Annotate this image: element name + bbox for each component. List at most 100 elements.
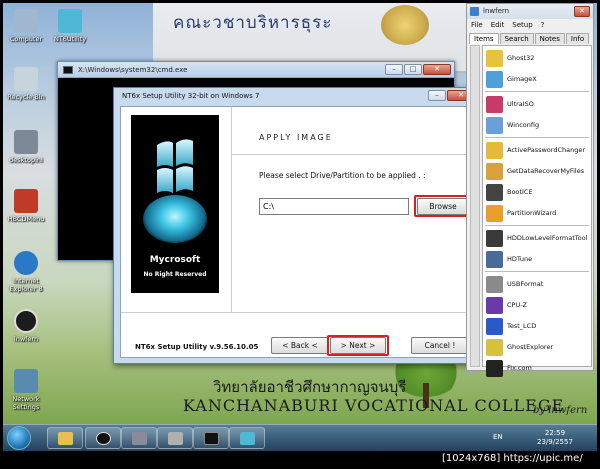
back-button[interactable]: < Back < bbox=[271, 337, 329, 354]
menu-setup[interactable]: Setup bbox=[512, 21, 532, 29]
launcher-tabs: Items Search Notes Info bbox=[467, 31, 593, 44]
taskbar-lnwfern[interactable] bbox=[85, 427, 121, 449]
desktop-icon-lnwfern[interactable]: lnwfern bbox=[3, 309, 49, 343]
app-icon bbox=[486, 229, 503, 247]
screenshot-frame: คณะวชาบริหารธุระ วิทยาลัยอาชีวศึกษากาญจน… bbox=[0, 0, 600, 469]
tab-notes[interactable]: Notes bbox=[534, 33, 565, 44]
app-icon bbox=[486, 49, 503, 67]
mycrosoft-logo-panel: Mycrosoft No Right Reserved bbox=[131, 115, 219, 293]
app-icon bbox=[486, 70, 503, 88]
recycle-bin-icon bbox=[14, 67, 38, 91]
divider bbox=[231, 107, 232, 312]
tab-info[interactable]: Info bbox=[565, 33, 590, 44]
divider bbox=[485, 91, 589, 92]
wallpaper-byline: by lnwfern bbox=[533, 405, 588, 416]
start-button[interactable] bbox=[7, 426, 31, 450]
taskbar-nt6utility[interactable] bbox=[229, 427, 265, 449]
minimize-button[interactable]: – bbox=[385, 64, 403, 75]
setup-body: Mycrosoft No Right Reserved APPLY IMAGE … bbox=[120, 106, 472, 358]
launcher-item[interactable]: GetDataRecoverMyFiles bbox=[486, 161, 584, 181]
launcher-item[interactable]: HDDLowLevelFormatTool bbox=[486, 228, 587, 248]
app-icon bbox=[486, 338, 503, 356]
launcher-item[interactable]: HDTune bbox=[486, 249, 532, 269]
setup-title: NT6x Setup Utility 32-bit on Windows 7 bbox=[122, 92, 260, 100]
desktop-icon-hbcdmenu[interactable]: HBCDMenu bbox=[3, 189, 49, 223]
college-emblem bbox=[381, 5, 429, 45]
browse-button[interactable]: Browse bbox=[417, 198, 469, 215]
system-clock[interactable]: 22:59 23/9/2557 bbox=[537, 429, 573, 447]
tab-search[interactable]: Search bbox=[499, 33, 534, 44]
launcher-item[interactable]: Test_LCD bbox=[486, 316, 536, 336]
page-heading: APPLY IMAGE bbox=[259, 133, 333, 142]
app-icon bbox=[470, 7, 479, 16]
launcher-side-strip bbox=[470, 45, 480, 367]
desktop-icon-internet-explorer[interactable]: Internet Explorer 8 bbox=[3, 251, 49, 293]
launcher-item[interactable]: USBFormat bbox=[486, 274, 543, 294]
network-icon bbox=[14, 369, 38, 393]
launcher-item-label: Test_LCD bbox=[507, 322, 537, 330]
launcher-item-label: Fix.com bbox=[507, 364, 532, 372]
close-button[interactable]: ✕ bbox=[423, 64, 451, 75]
cancel-button[interactable]: Cancel ! bbox=[411, 337, 469, 354]
desktop-icon-label: Internet Explorer 8 bbox=[9, 277, 43, 293]
folder-icon bbox=[58, 432, 73, 445]
taskbar-toolbox[interactable] bbox=[121, 427, 157, 449]
taskbar: EN 22:59 23/9/2557 bbox=[3, 424, 597, 451]
menu-file[interactable]: File bbox=[471, 21, 483, 29]
desktop-icon-label: Recycle Bin bbox=[7, 93, 45, 101]
play-icon bbox=[96, 432, 111, 445]
launcher-item[interactable]: UltraISO bbox=[486, 94, 534, 114]
launcher-item-label: HDDLowLevelFormatTool bbox=[507, 234, 588, 242]
windows-logo-icon bbox=[58, 9, 82, 33]
launcher-titlebar[interactable]: lnwfern ✕ bbox=[467, 4, 593, 19]
app-icon bbox=[486, 95, 503, 113]
launcher-item[interactable]: Fix.com bbox=[486, 358, 532, 378]
cmd-titlebar[interactable]: X:\Windows\system32\cmd.exe – □ ✕ bbox=[58, 62, 454, 78]
app-icon bbox=[486, 183, 503, 201]
launcher-panel[interactable]: lnwfern ✕ File Edit Setup ? Items Search… bbox=[466, 3, 594, 377]
desktop-icon-recycle-bin[interactable]: Recycle Bin bbox=[3, 67, 49, 101]
language-indicator[interactable]: EN bbox=[493, 433, 503, 441]
menu-edit[interactable]: Edit bbox=[491, 21, 505, 29]
launcher-item[interactable]: ActivePasswordChanger bbox=[486, 140, 585, 160]
setup-titlebar[interactable]: NT6x Setup Utility 32-bit on Windows 7 –… bbox=[114, 88, 478, 104]
background-sign-text: คณะวชาบริหารธุระ bbox=[173, 13, 333, 33]
launcher-item[interactable]: Winconfig bbox=[486, 115, 539, 135]
maximize-button[interactable]: □ bbox=[404, 64, 422, 75]
partition-path-input[interactable]: C:\ bbox=[259, 198, 409, 215]
college-name-english: KANCHANABURI VOCATIONAL COLLEGE bbox=[183, 396, 565, 415]
launcher-item[interactable]: GhostExplorer bbox=[486, 337, 553, 357]
launcher-item[interactable]: CPU-Z bbox=[486, 295, 527, 315]
divider bbox=[485, 225, 589, 226]
launcher-item-label: CPU-Z bbox=[507, 301, 528, 309]
desktop-icon-computer[interactable]: Computer bbox=[3, 9, 49, 43]
minimize-button[interactable]: – bbox=[428, 90, 446, 101]
launcher-item-label: ActivePasswordChanger bbox=[507, 146, 586, 154]
launcher-item[interactable]: PartitionWizard bbox=[486, 203, 556, 223]
close-button[interactable]: ✕ bbox=[574, 6, 590, 17]
menu-help[interactable]: ? bbox=[541, 21, 545, 29]
windows-logo-icon bbox=[240, 432, 255, 445]
taskbar-cmd[interactable] bbox=[193, 427, 229, 449]
launcher-item[interactable]: Ghost32 bbox=[486, 48, 534, 68]
app-icon bbox=[486, 141, 503, 159]
tab-items[interactable]: Items bbox=[469, 33, 499, 44]
next-button[interactable]: > Next > bbox=[330, 337, 386, 354]
launcher-item[interactable]: GimageX bbox=[486, 69, 537, 89]
internet-explorer-icon bbox=[14, 251, 38, 275]
divider bbox=[485, 271, 589, 272]
launcher-item[interactable]: BootICE bbox=[486, 182, 533, 202]
app-icon bbox=[486, 296, 503, 314]
desktop-icon-desktopini[interactable]: desktopini bbox=[3, 130, 49, 164]
desktop-icon-network-settings[interactable]: Network Settings bbox=[3, 369, 49, 411]
desktop-icon-nt6utility[interactable]: NT6Utility bbox=[47, 9, 93, 43]
glowing-disc-graphic bbox=[143, 195, 207, 243]
app-icon bbox=[486, 116, 503, 134]
launcher-item-label: Winconfig bbox=[507, 121, 540, 129]
taskbar-explorer[interactable] bbox=[47, 427, 83, 449]
taskbar-hbcd[interactable] bbox=[157, 427, 193, 449]
desktop-icon-label: Network Settings bbox=[12, 395, 40, 411]
image-caption: [1024x768] https://upic.me/ bbox=[442, 453, 583, 464]
tools-icon bbox=[14, 189, 38, 213]
setup-dialog[interactable]: NT6x Setup Utility 32-bit on Windows 7 –… bbox=[113, 87, 479, 364]
